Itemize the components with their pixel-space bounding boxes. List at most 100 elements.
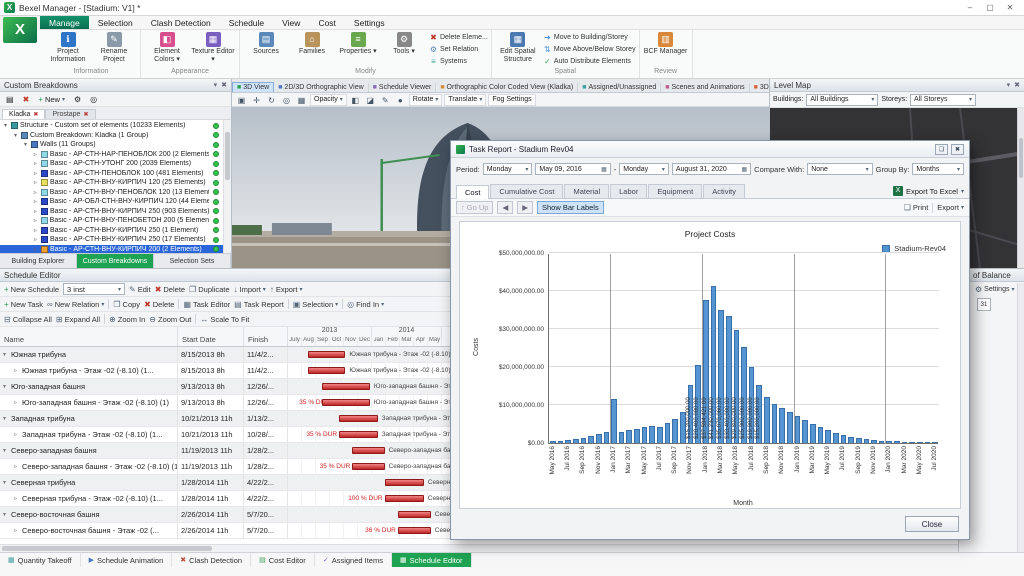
tree-breakdown[interactable]: ▾Custom Breakdown: Kladka (1 Group) xyxy=(0,131,231,141)
opacity-dropdown[interactable]: Opacity▾ xyxy=(310,94,347,106)
task-report-titlebar[interactable]: Task Report - Stadium Rev04 ❏ ✖ xyxy=(451,141,969,158)
visibility-dot-icon[interactable] xyxy=(213,218,219,224)
expander-icon[interactable]: ▹ xyxy=(14,367,22,374)
tree-item[interactable]: ▹Basic - АР-ОБЛ-СТН-ВНУ-КИРПИЧ 120 (44 E… xyxy=(0,197,231,207)
toolbar-button-find-in[interactable]: ◎Find In▾ xyxy=(347,300,384,309)
chart-bar[interactable] xyxy=(909,442,915,443)
expander-icon[interactable]: ▹ xyxy=(14,527,22,534)
ribbon-button-systems[interactable]: ≡Systems xyxy=(429,55,488,67)
gantt-bar[interactable] xyxy=(352,463,384,470)
nav-back-button[interactable]: ◀ xyxy=(497,201,513,214)
toolbar-button-delete[interactable]: ✖Delete xyxy=(155,285,185,294)
ribbon-button-element-colors[interactable]: ◧Element Colors ▾ xyxy=(144,31,190,67)
toolbar-button-zoom-out[interactable]: ⊖Zoom Out xyxy=(149,315,191,324)
visibility-dot-icon[interactable] xyxy=(213,246,219,252)
toolbar-button-new-relation[interactable]: ∞New Relation▾ xyxy=(47,300,104,309)
chart-bar[interactable] xyxy=(841,435,847,443)
gantt-bar[interactable] xyxy=(398,511,431,518)
new-breakdown-button[interactable]: +New▾ xyxy=(35,94,68,105)
gantt-bar[interactable] xyxy=(398,527,431,534)
pan-icon[interactable]: ✛ xyxy=(250,94,263,106)
chart-bar[interactable] xyxy=(626,430,632,443)
expander-icon[interactable]: ▾ xyxy=(3,351,11,358)
period-day-to-select[interactable]: Monday▾ xyxy=(619,163,669,175)
column-header-start-date[interactable]: Start Date xyxy=(178,327,244,346)
report-tab-material[interactable]: Material xyxy=(564,184,609,198)
chart-bar[interactable] xyxy=(573,439,579,443)
status-tab-cost-editor[interactable]: ▤Cost Editor xyxy=(251,553,315,567)
chart-bar[interactable] xyxy=(886,441,892,443)
chart-bar[interactable] xyxy=(680,412,686,443)
chart-bar[interactable] xyxy=(871,440,877,443)
gantt-bar[interactable] xyxy=(322,383,370,390)
markup-icon[interactable]: ✎ xyxy=(379,94,392,106)
chart-bar[interactable] xyxy=(879,441,885,443)
toolbar-button-task-report[interactable]: ▤Task Report xyxy=(234,300,284,309)
period-day-from-select[interactable]: Monday▾ xyxy=(483,163,533,175)
report-tab-labor[interactable]: Labor xyxy=(610,184,647,198)
status-tab-schedule-editor[interactable]: ▦Schedule Editor xyxy=(392,553,472,567)
chart-bar[interactable] xyxy=(917,442,923,443)
tree-item[interactable]: ▹Basic - АР-СТН-УТОНГ 200 (2039 Elements… xyxy=(0,159,231,169)
ribbon-button-texture-editor[interactable]: ▦Texture Editor ▾ xyxy=(190,31,236,67)
chart-bar[interactable] xyxy=(787,412,793,443)
calendar-icon[interactable]: 31 xyxy=(977,298,991,311)
sidebar-tab-building-explorer[interactable]: Building Explorer xyxy=(0,254,77,268)
fog-settings-button[interactable]: Fog Settings xyxy=(488,94,535,106)
ribbon-tab-settings[interactable]: Settings xyxy=(345,16,394,29)
chart-bar[interactable] xyxy=(818,427,824,443)
expander-icon[interactable]: ▹ xyxy=(32,208,39,215)
chart-bar[interactable] xyxy=(764,397,770,443)
toolbar-button-copy[interactable]: ❐Copy xyxy=(113,300,140,309)
expander-icon[interactable]: ▹ xyxy=(14,431,22,438)
expander-icon[interactable]: ▹ xyxy=(32,151,39,158)
tree-item[interactable]: ▹Basic - АР-СТН-ВНУ-КИРПИЧ 120 (25 Eleme… xyxy=(0,178,231,188)
expander-icon[interactable]: ▹ xyxy=(32,246,39,253)
print-button[interactable]: ❏ Print xyxy=(904,203,929,212)
gantt-bar[interactable] xyxy=(352,447,384,454)
section-icon[interactable]: ◧ xyxy=(349,94,362,106)
chart-bar[interactable] xyxy=(550,441,556,443)
tree-root[interactable]: ▾Structure - Custom set of elements (102… xyxy=(0,121,231,131)
tree-item[interactable]: ▹Basic - АР-СТН-ВНУ-ПЕНОБЛОК 120 (13 Ele… xyxy=(0,188,231,198)
expander-icon[interactable]: ▹ xyxy=(32,179,39,186)
chart-bar[interactable] xyxy=(932,442,938,443)
tree-item[interactable]: ▹Basic - АР-СТН-НАР-ПЕНОБЛОК 200 (2 Elem… xyxy=(0,150,231,160)
expander-icon[interactable]: ▹ xyxy=(32,160,39,167)
expander-icon[interactable]: ▹ xyxy=(32,227,39,234)
chart-bar[interactable] xyxy=(795,416,801,443)
column-header-finish[interactable]: Finish xyxy=(244,327,288,346)
toolbar-button-zoom-in[interactable]: ⊕Zoom In xyxy=(109,315,145,324)
close-tab-icon[interactable]: ✖ xyxy=(33,111,38,118)
chart-bar[interactable] xyxy=(565,440,571,443)
toolbar-button-new-task[interactable]: +New Task xyxy=(4,300,43,309)
report-tab-cost[interactable]: Cost xyxy=(456,185,489,199)
ribbon-button-properties[interactable]: ≡Properties ▾ xyxy=(335,31,381,67)
chart-bar[interactable] xyxy=(825,430,831,443)
close-tab-icon[interactable]: ✖ xyxy=(83,111,88,118)
toolbar-button-new-schedule[interactable]: +New Schedule xyxy=(4,285,59,294)
visibility-dot-icon[interactable] xyxy=(213,237,219,243)
close-button[interactable]: ✕ xyxy=(1000,3,1020,12)
toolbar-button-collapse-all[interactable]: ⊟Collapse All xyxy=(4,315,52,324)
expander-icon[interactable]: ▹ xyxy=(32,198,39,205)
ribbon-button-set-relation[interactable]: ⚙Set Relation xyxy=(429,43,488,55)
compare-with-select[interactable]: None▾ xyxy=(807,163,872,175)
visibility-dot-icon[interactable] xyxy=(213,142,219,148)
translate-dropdown[interactable]: Translate▾ xyxy=(444,94,486,106)
chart-bar[interactable] xyxy=(657,427,663,443)
buildings-select[interactable]: All Buildings▾ xyxy=(806,94,878,106)
tree-item[interactable]: ▹Basic - АР-СТН-ВНУ-КИРПИЧ 250 (903 Elem… xyxy=(0,207,231,217)
tree-item[interactable]: ▹Basic - АР-СТН-ВНУ-КИРПИЧ 200 (2 Elemen… xyxy=(0,245,231,254)
column-header-name[interactable]: Name xyxy=(0,327,178,346)
visibility-dot-icon[interactable] xyxy=(213,227,219,233)
chart-bar[interactable] xyxy=(902,442,908,443)
tree-item[interactable]: ▹Basic - АР-СТН-ВНУ-ПЕНОБЕТОН 200 (5 Ele… xyxy=(0,216,231,226)
view-tab-schedule-viewer[interactable]: ■Schedule Viewer xyxy=(369,83,437,92)
chart-bar[interactable] xyxy=(772,404,778,443)
status-tab-quantity-takeoff[interactable]: ▦Quantity Takeoff xyxy=(0,553,81,567)
chart-bar[interactable] xyxy=(665,423,671,443)
breakdown-list-icon[interactable]: ▤ xyxy=(3,94,17,105)
expander-icon[interactable]: ▹ xyxy=(32,170,39,177)
toolbar-button-task-editor[interactable]: ▦Task Editor xyxy=(183,300,230,309)
